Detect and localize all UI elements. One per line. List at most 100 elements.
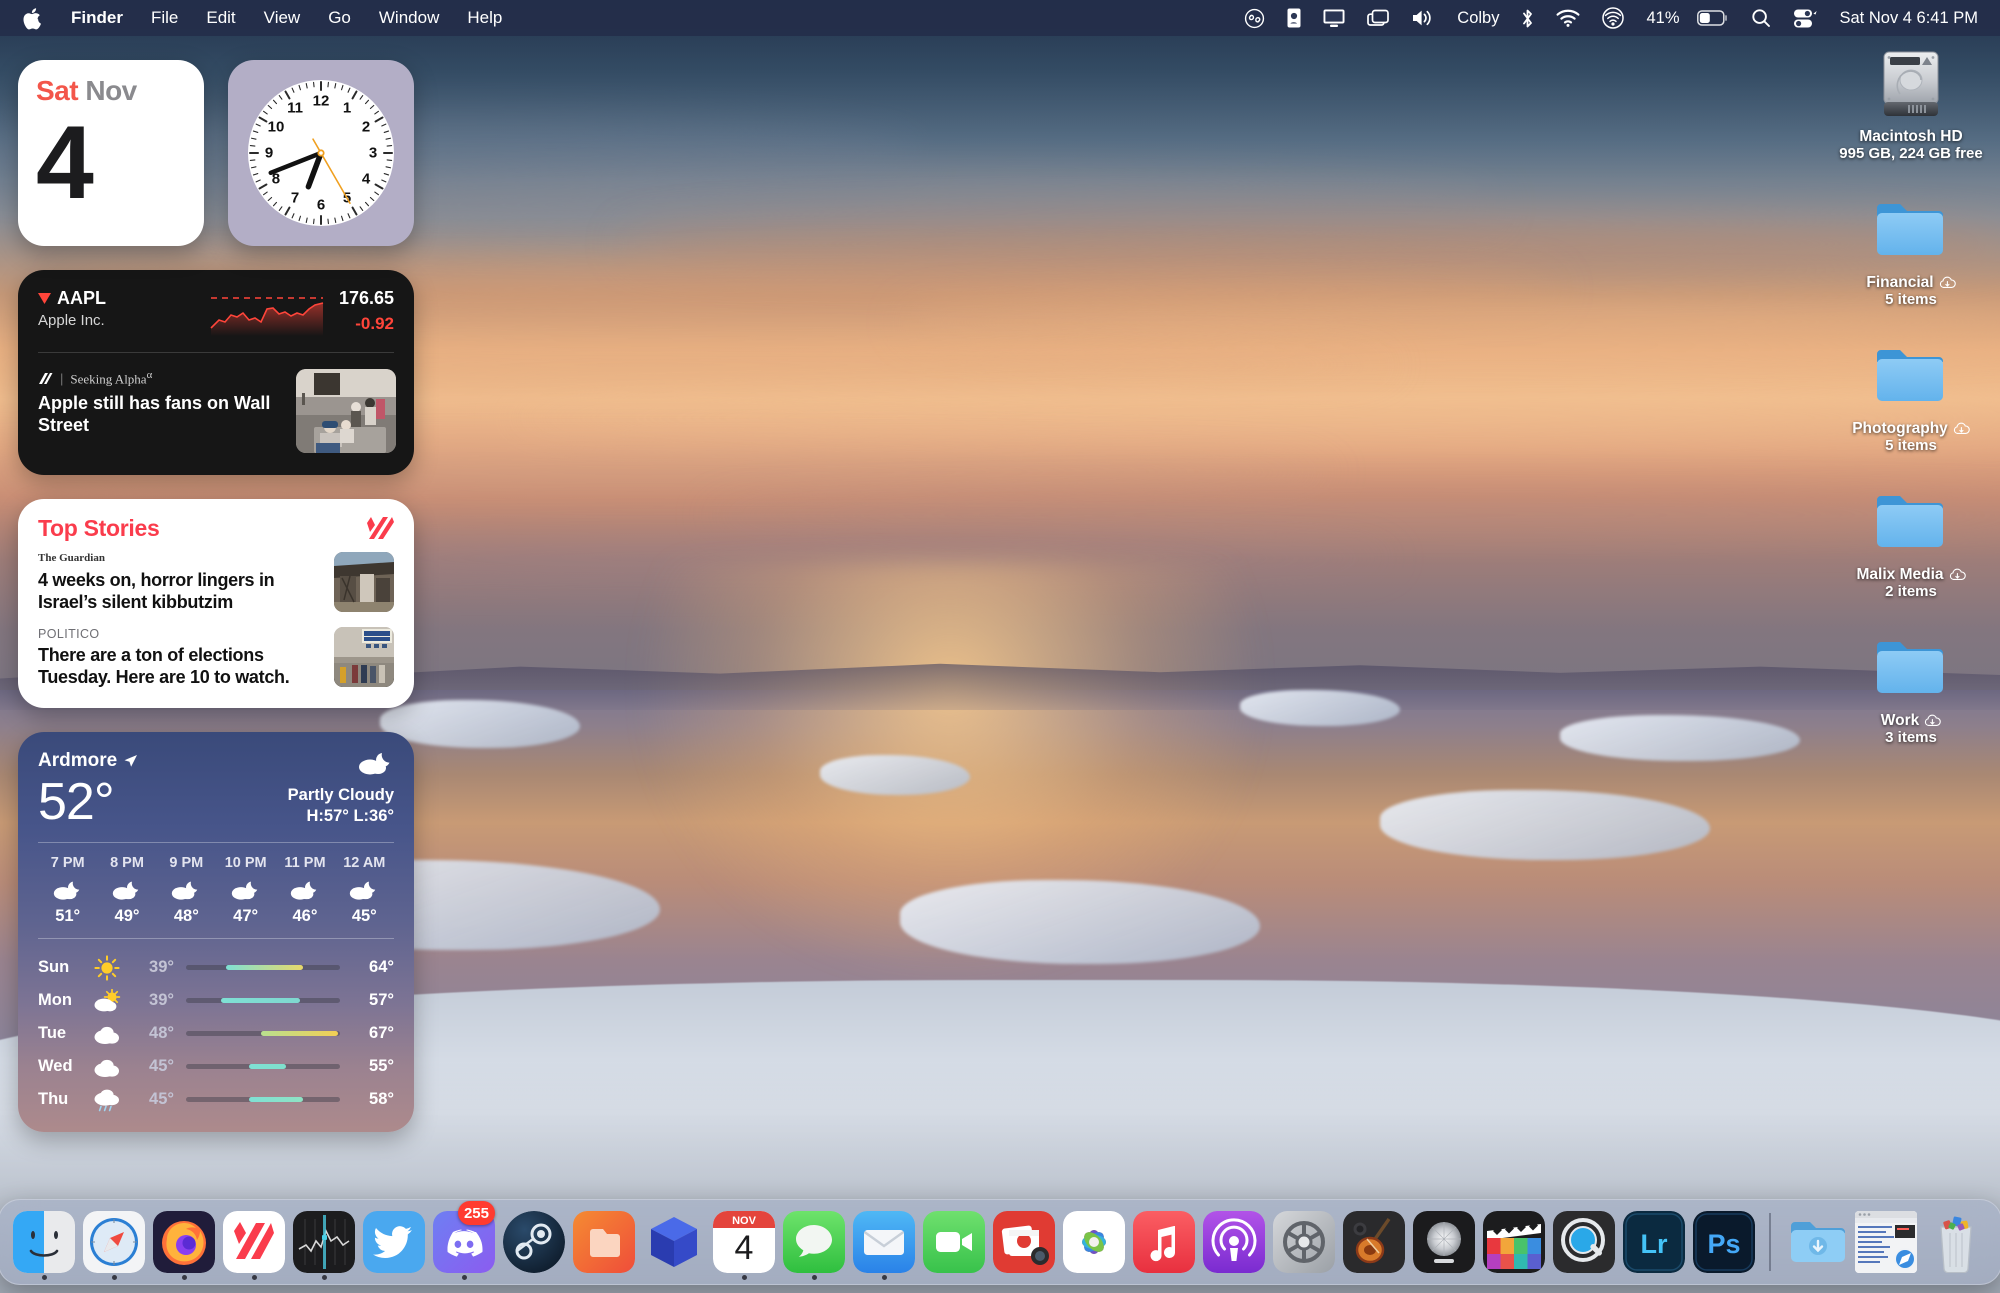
photoshop-icon: Ps	[1693, 1211, 1755, 1273]
control-center-icon[interactable]	[1782, 8, 1828, 29]
partly-cloudy-night-icon	[335, 879, 394, 901]
menu-help[interactable]: Help	[453, 0, 516, 36]
orange-folder-app-icon	[573, 1211, 635, 1273]
weather-hour-time: 8 PM	[110, 855, 144, 871]
weather-hour-cell: 7 PM 51°	[38, 855, 97, 926]
weather-day-name: Sun	[38, 958, 70, 976]
news-story-item[interactable]: POLITICO There are a ton of elections Tu…	[38, 627, 394, 688]
news-story-headline: 4 weeks on, horror lingers in Israel’s s…	[38, 570, 275, 612]
weather-day-low: 45°	[149, 1057, 174, 1075]
dock-item-calendar[interactable]: NOV 4	[709, 1199, 779, 1285]
weather-day-range-fill	[226, 965, 304, 970]
dock-item-garageband[interactable]	[1339, 1199, 1409, 1285]
dock-item-podcasts[interactable]	[1199, 1199, 1269, 1285]
dock-item-twitter[interactable]	[359, 1199, 429, 1285]
weather-widget[interactable]: Ardmore 52° Partly Cloudy H:57° L:36° 7 …	[18, 732, 414, 1132]
dock-calendar-day: 4	[735, 1229, 754, 1267]
dock-item-safari[interactable]	[79, 1199, 149, 1285]
apple-logo-icon[interactable]	[20, 7, 57, 30]
dock-item-cube-app[interactable]	[639, 1199, 709, 1285]
desktop-icon-photography[interactable]: Photography 5 items	[1836, 334, 1986, 454]
garageband-icon	[1343, 1211, 1405, 1273]
display-icon[interactable]	[1312, 9, 1356, 28]
menu-file[interactable]: File	[137, 0, 192, 36]
menu-bar-clock[interactable]: Sat Nov 4 6:41 PM	[1828, 9, 1985, 28]
news-story-source: The Guardian	[38, 552, 105, 564]
desktop-icon-macintosh-hd[interactable]: Macintosh HD 995 GB, 224 GB free	[1836, 42, 1986, 162]
running-indicator-dot	[461, 1275, 467, 1280]
svg-text:4: 4	[362, 171, 371, 188]
dock-item-finder[interactable]	[9, 1199, 79, 1285]
dock-item-photoshop[interactable]: Ps	[1689, 1199, 1759, 1285]
desktop-icon-sublabel: 5 items	[1885, 437, 1937, 454]
airplay-icon[interactable]	[1591, 7, 1635, 29]
weather-day-high: 57°	[369, 991, 394, 1009]
dock-item-downloads[interactable]	[1781, 1199, 1851, 1285]
dock-item-messages[interactable]	[779, 1199, 849, 1285]
volume-icon[interactable]	[1400, 8, 1446, 28]
cloud-icon	[84, 1056, 130, 1078]
apple-news-icon	[223, 1211, 285, 1273]
menu-bar-status-area: Colby 41% Sat Nov 4 6:41 PM	[1233, 0, 1984, 36]
dock-item-music[interactable]	[1129, 1199, 1199, 1285]
desktop-icon-label: Photography	[1852, 420, 1948, 437]
dock-item-logic-pro[interactable]	[1409, 1199, 1479, 1285]
dock-item-quicktime[interactable]	[1549, 1199, 1619, 1285]
dock-item-steam[interactable]	[499, 1199, 569, 1285]
menu-window[interactable]: Window	[365, 0, 453, 36]
facetime-icon	[923, 1211, 985, 1273]
dock-item-photos[interactable]	[1059, 1199, 1129, 1285]
dock-item-notes-folder[interactable]	[569, 1199, 639, 1285]
stage-manager-icon[interactable]	[1356, 9, 1400, 28]
running-indicator-dot	[41, 1275, 47, 1280]
stocks-widget[interactable]: AAPL Apple Inc. 176.65 -0.92 | Seeking A…	[18, 270, 414, 475]
weather-hour-cell: 9 PM 48°	[157, 855, 216, 926]
weather-hourly-forecast: 7 PM 51° 8 PM 49° 9 PM 48° 10 PM 47° 11 …	[38, 855, 394, 926]
trash-icon	[1925, 1211, 1987, 1273]
dock-item-news[interactable]	[219, 1199, 289, 1285]
menu-edit[interactable]: Edit	[192, 0, 249, 36]
desktop-icon-work[interactable]: Work 3 items	[1836, 626, 1986, 746]
mail-icon	[853, 1211, 915, 1273]
dock-item-minimized-window[interactable]	[1851, 1199, 1921, 1285]
weather-condition: Partly Cloudy	[287, 786, 394, 804]
svg-text:3: 3	[369, 145, 377, 162]
calendar-widget[interactable]: Sat Nov 4	[18, 60, 204, 246]
menu-go[interactable]: Go	[314, 0, 365, 36]
stocks-news-source: Seeking Alpha	[70, 371, 147, 387]
user-account-label[interactable]: Colby	[1446, 0, 1510, 36]
adobe-creative-cloud-icon[interactable]	[1233, 8, 1276, 29]
weather-day-range-fill	[261, 1031, 339, 1036]
dock-item-mail[interactable]	[849, 1199, 919, 1285]
spotlight-search-icon[interactable]	[1740, 8, 1782, 28]
weather-high-low: H:57° L:36°	[306, 807, 394, 825]
dock-item-firefox[interactable]	[149, 1199, 219, 1285]
dock-item-stocks[interactable]	[289, 1199, 359, 1285]
dock-item-discord[interactable]: 255	[429, 1199, 499, 1285]
dock-item-facetime[interactable]	[919, 1199, 989, 1285]
steam-icon	[503, 1211, 565, 1273]
dock-item-trash[interactable]	[1921, 1199, 1991, 1285]
battery-percentage[interactable]: 41%	[1635, 0, 1690, 36]
bluetooth-icon[interactable]	[1510, 8, 1545, 29]
screen-recording-icon[interactable]	[1276, 8, 1312, 28]
news-story-source: POLITICO	[38, 627, 100, 641]
news-story-item[interactable]: The Guardian 4 weeks on, horror lingers …	[38, 552, 394, 613]
dock-item-system-settings[interactable]	[1269, 1199, 1339, 1285]
battery-icon[interactable]	[1691, 10, 1740, 26]
partly-cloudy-night-icon	[275, 879, 334, 901]
news-widget[interactable]: Top Stories The Guardian 4 weeks on, hor…	[18, 499, 414, 708]
menu-finder[interactable]: Finder	[57, 0, 137, 36]
desktop-icon-column: Macintosh HD 995 GB, 224 GB free Financi…	[1836, 42, 1986, 772]
stocks-news-item[interactable]: | Seeking Alphaα Apple still has fans on…	[18, 353, 414, 475]
menu-view[interactable]: View	[250, 0, 315, 36]
desktop-icon-financial[interactable]: Financial 5 items	[1836, 188, 1986, 308]
logic-pro-icon	[1413, 1211, 1475, 1273]
dock-item-photo-booth[interactable]	[989, 1199, 1059, 1285]
desktop-icon-malix-media[interactable]: Malix Media 2 items	[1836, 480, 1986, 600]
clock-widget[interactable]: 121234567891011	[228, 60, 414, 246]
dock-item-final-cut-pro[interactable]	[1479, 1199, 1549, 1285]
dock-item-lightroom[interactable]: Lr	[1619, 1199, 1689, 1285]
wifi-icon[interactable]	[1545, 9, 1591, 27]
calendar-weekday: Sat	[36, 75, 79, 106]
